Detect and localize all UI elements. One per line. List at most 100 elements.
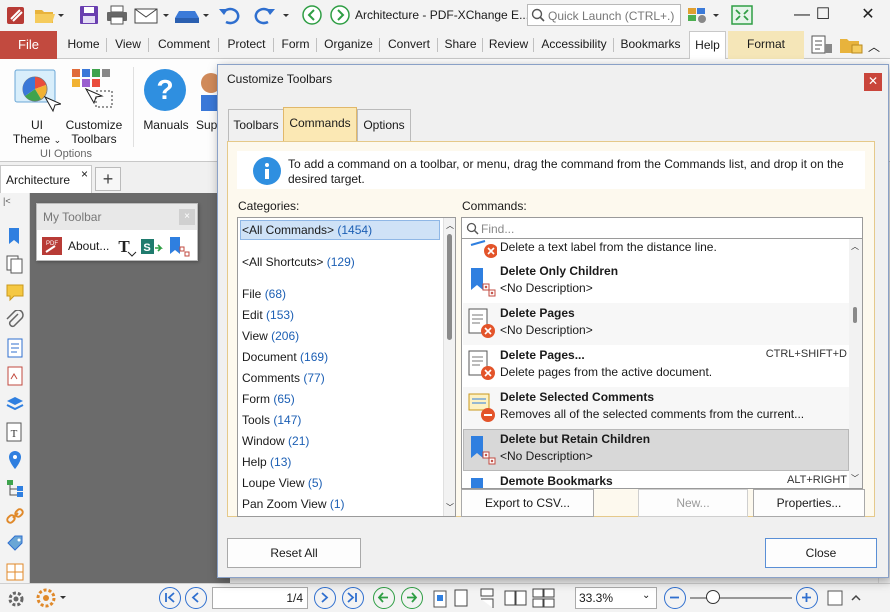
commands-scrollbar[interactable]: ︿ ﹀	[849, 239, 862, 488]
command-item[interactable]: Delete Only Children <No Description>	[463, 261, 849, 303]
about-button[interactable]: About...	[68, 239, 109, 253]
my-toolbar-floating[interactable]: My Toolbar × PDF About... T S	[36, 203, 198, 261]
zoom-in-button[interactable]	[796, 587, 818, 609]
print-icon[interactable]	[104, 4, 130, 26]
category-item[interactable]: Help (13)	[242, 455, 291, 469]
attachments-panel-icon[interactable]	[5, 309, 25, 333]
tab-form[interactable]: Form	[274, 31, 317, 59]
tab-share[interactable]: Share	[438, 31, 483, 59]
dialog-close-icon[interactable]: ✕	[864, 73, 882, 91]
text-tool-icon[interactable]: T	[115, 236, 137, 261]
commands-list[interactable]: Delete a text label from the distance li…	[461, 239, 863, 489]
category-item[interactable]: Document (169)	[242, 350, 328, 364]
next-page-button[interactable]	[314, 587, 336, 609]
customize-toolbars-icon[interactable]	[70, 67, 118, 118]
command-item-partial[interactable]: Delete a text label from the distance li…	[463, 239, 849, 259]
pdf-about-icon[interactable]: PDF	[41, 235, 65, 260]
ribbon-options-icon[interactable]	[810, 34, 834, 59]
category-item[interactable]: <All Shortcuts> (129)	[242, 255, 355, 269]
tab-toolbars[interactable]: Toolbars	[228, 109, 284, 141]
collapse-ribbon-icon[interactable]: ︿	[868, 38, 880, 55]
settings-gear-small-icon[interactable]	[32, 587, 72, 612]
zoom-out-button[interactable]	[664, 587, 686, 609]
support-person-icon[interactable]	[197, 69, 221, 116]
close-dialog-button[interactable]: Close	[765, 538, 877, 568]
folder-share-icon[interactable]	[838, 34, 864, 59]
sharepoint-icon[interactable]: S	[140, 236, 164, 261]
grid-panel-icon[interactable]	[5, 562, 25, 585]
customize-toolbars-button[interactable]: Customize Toolbars	[62, 118, 126, 146]
tab-review[interactable]: Review	[483, 31, 534, 59]
category-item[interactable]: Tools (147)	[242, 413, 301, 427]
content-panel-icon[interactable]	[5, 338, 25, 361]
reset-all-button[interactable]: Reset All	[227, 538, 361, 568]
category-item[interactable]: Pan Zoom View (1)	[242, 497, 345, 511]
manuals-button[interactable]: Manuals	[140, 118, 192, 132]
tab-accessibility[interactable]: Accessibility	[534, 31, 614, 59]
tab-comment[interactable]: Comment	[149, 31, 219, 59]
comments-panel-icon[interactable]	[5, 282, 25, 305]
my-toolbar-close-icon[interactable]: ×	[179, 209, 195, 225]
tab-protect[interactable]: Protect	[219, 31, 274, 59]
support-button[interactable]: Sup	[196, 118, 218, 132]
page-layout-icon[interactable]	[430, 589, 450, 612]
tab-file[interactable]: File	[0, 31, 57, 59]
properties-button[interactable]: Properties...	[753, 489, 865, 517]
category-item[interactable]: <All Commands> (1454)	[242, 223, 372, 237]
thumbnails-panel-icon[interactable]	[5, 254, 25, 277]
zoom-slider[interactable]	[690, 590, 792, 604]
my-toolbar-header[interactable]: My Toolbar ×	[37, 204, 197, 230]
categories-list[interactable]: <All Commands> (1454) <All Shortcuts> (1…	[237, 217, 456, 517]
tab-options[interactable]: Options	[357, 109, 411, 141]
previous-page-button[interactable]	[185, 587, 207, 609]
signatures-panel-icon[interactable]	[5, 366, 25, 389]
find-commands-input[interactable]: Find...	[461, 217, 863, 239]
scrollbar-thumb[interactable]	[853, 307, 857, 323]
back-icon[interactable]	[300, 4, 324, 26]
zoom-select[interactable]: 33.3% ⌄	[575, 587, 657, 609]
tab-view[interactable]: View	[107, 31, 149, 59]
settings-gear-icon[interactable]	[5, 588, 27, 612]
layers-panel-icon[interactable]	[5, 394, 25, 417]
scroll-down-icon[interactable]: ﹀	[851, 473, 859, 484]
categories-scrollbar[interactable]: ︿ ﹀	[443, 218, 455, 516]
facing-pages-icon[interactable]	[503, 587, 529, 612]
fullscreen-icon[interactable]	[730, 4, 754, 26]
next-view-button[interactable]	[401, 587, 423, 609]
scroll-up-icon[interactable]: ︿	[446, 220, 454, 231]
document-tab[interactable]: Architecture ×	[0, 165, 92, 193]
structure-panel-icon[interactable]	[5, 478, 25, 501]
continuous-page-icon[interactable]	[476, 587, 498, 612]
location-panel-icon[interactable]	[5, 450, 25, 473]
export-csv-button[interactable]: Export to CSV...	[461, 489, 594, 517]
command-item[interactable]: Delete Pages... Delete pages from the ac…	[463, 345, 849, 387]
zoom-slider-handle[interactable]	[706, 590, 720, 604]
previous-view-button[interactable]	[373, 587, 395, 609]
close-tab-icon[interactable]: ×	[81, 167, 88, 181]
quick-launch-input[interactable]: Quick Launch (CTRL+.)	[527, 4, 681, 26]
category-item[interactable]: Window (21)	[242, 434, 309, 448]
category-item[interactable]: Form (65)	[242, 392, 295, 406]
new-tab-button[interactable]: +	[95, 167, 121, 191]
save-icon[interactable]	[77, 4, 101, 26]
status-chevron-up-icon[interactable]	[849, 589, 863, 610]
undo-icon[interactable]	[218, 4, 242, 26]
scroll-up-icon[interactable]: ︿	[851, 241, 859, 252]
tab-convert[interactable]: Convert	[380, 31, 438, 59]
command-item[interactable]: Delete Pages <No Description>	[463, 303, 849, 345]
command-item[interactable]: Demote Bookmarks ALT+RIGHT	[463, 471, 849, 488]
email-icon[interactable]	[133, 4, 173, 26]
tab-commands[interactable]: Commands	[283, 107, 357, 141]
scroll-down-icon[interactable]: ﹀	[446, 502, 454, 513]
ui-theme-button[interactable]: UI Theme ⌄	[10, 118, 64, 147]
open-folder-icon[interactable]	[32, 4, 64, 26]
links-panel-icon[interactable]	[5, 506, 25, 529]
category-item[interactable]: Loupe View (5)	[242, 476, 323, 490]
facing-continuous-icon[interactable]	[531, 587, 557, 612]
first-page-button[interactable]	[159, 587, 181, 609]
fit-page-icon[interactable]	[826, 589, 844, 610]
close-window-button[interactable]: ✕	[846, 0, 890, 31]
forward-icon[interactable]	[328, 4, 352, 26]
single-page-icon[interactable]	[450, 587, 472, 612]
bookmark-delete-icon[interactable]	[167, 236, 191, 261]
